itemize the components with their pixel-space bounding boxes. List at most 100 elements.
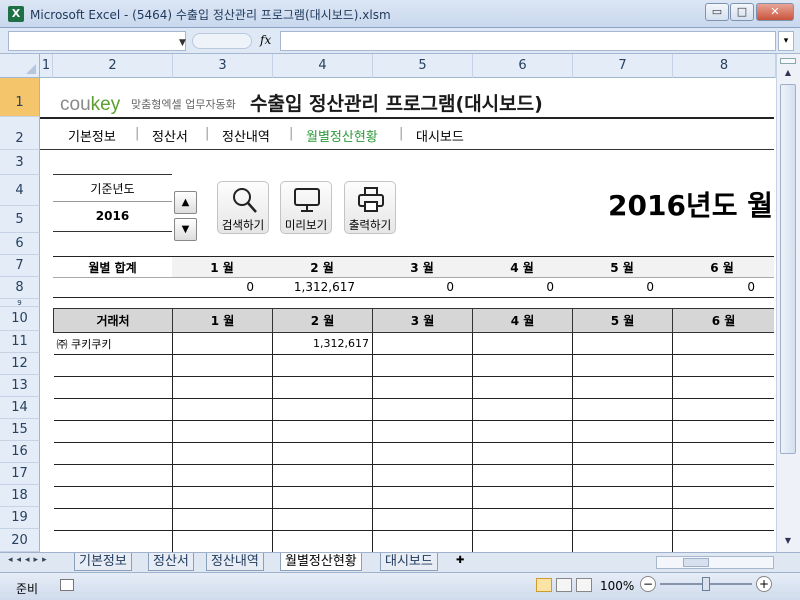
column-header[interactable]: 2 — [53, 54, 173, 78]
month-amount-cell[interactable] — [572, 464, 673, 487]
year-down-button[interactable]: ▼ — [174, 218, 197, 241]
month-amount-cell[interactable] — [372, 420, 473, 443]
vendor-cell[interactable] — [53, 486, 173, 509]
month-amount-cell[interactable] — [372, 376, 473, 399]
sum-month-value[interactable]: 0 — [672, 280, 755, 294]
month-amount-cell[interactable] — [672, 376, 774, 399]
search-button[interactable]: 검색하기 — [217, 181, 269, 234]
scroll-up-icon[interactable]: ▲ — [780, 68, 796, 82]
month-amount-cell[interactable] — [272, 508, 373, 531]
month-amount-cell[interactable] — [172, 486, 273, 509]
preview-button[interactable]: 미리보기 — [280, 181, 332, 234]
month-amount-cell[interactable] — [572, 530, 673, 552]
vendor-cell[interactable] — [53, 508, 173, 531]
nav-settlement[interactable]: 정산서 — [152, 126, 188, 145]
vendor-cell[interactable] — [53, 420, 173, 443]
month-amount-cell[interactable] — [672, 530, 774, 552]
month-amount-cell[interactable] — [672, 508, 774, 531]
month-amount-cell[interactable] — [372, 508, 473, 531]
split-handle[interactable] — [780, 58, 796, 64]
month-amount-cell[interactable] — [272, 530, 373, 552]
print-button[interactable]: 출력하기 — [344, 181, 396, 234]
month-amount-cell[interactable] — [172, 530, 273, 552]
month-amount-cell[interactable] — [272, 442, 373, 465]
scroll-thumb[interactable] — [780, 84, 796, 454]
tab-dashboard[interactable]: 대시보드 — [380, 553, 438, 571]
column-header[interactable]: 4 — [273, 54, 373, 78]
row-header[interactable]: 20 — [0, 529, 40, 552]
vendor-cell[interactable] — [53, 354, 173, 377]
scroll-down-icon[interactable]: ▼ — [780, 536, 796, 550]
zoom-slider-thumb[interactable] — [702, 577, 710, 591]
insert-sheet-icon[interactable]: ✚ — [456, 555, 472, 569]
maximize-button[interactable]: □ — [730, 3, 754, 21]
zoom-level[interactable]: 100% — [600, 579, 634, 593]
month-amount-cell[interactable] — [272, 376, 373, 399]
row-header[interactable]: 16 — [0, 441, 40, 463]
row-header[interactable]: 5 — [0, 206, 40, 233]
month-amount-cell[interactable] — [172, 508, 273, 531]
row-header[interactable]: 9 — [0, 299, 40, 307]
month-amount-cell[interactable] — [172, 442, 273, 465]
month-amount-cell[interactable] — [172, 464, 273, 487]
month-amount-cell[interactable] — [572, 376, 673, 399]
column-header[interactable]: 8 — [673, 54, 776, 78]
month-amount-cell[interactable] — [372, 530, 473, 552]
month-amount-cell[interactable] — [272, 464, 373, 487]
month-amount-cell[interactable] — [472, 354, 573, 377]
column-header[interactable]: 7 — [573, 54, 673, 78]
vendor-cell[interactable] — [53, 398, 173, 421]
column-header[interactable]: 1 — [40, 54, 53, 78]
normal-view-icon[interactable] — [536, 578, 552, 592]
month-amount-cell[interactable] — [672, 420, 774, 443]
month-amount-cell[interactable] — [672, 486, 774, 509]
vendor-cell[interactable] — [53, 464, 173, 487]
month-amount-cell[interactable] — [472, 464, 573, 487]
month-amount-cell[interactable] — [372, 398, 473, 421]
month-amount-cell[interactable]: 1,312,617 — [272, 332, 373, 355]
column-header[interactable]: 6 — [473, 54, 573, 78]
row-header[interactable]: 17 — [0, 463, 40, 485]
column-header[interactable]: 5 — [373, 54, 473, 78]
month-amount-cell[interactable] — [372, 464, 473, 487]
month-amount-cell[interactable] — [672, 398, 774, 421]
row-header[interactable]: 6 — [0, 233, 40, 255]
insert-function-icon[interactable]: fx — [260, 33, 271, 47]
month-amount-cell[interactable] — [572, 420, 673, 443]
month-amount-cell[interactable] — [672, 332, 774, 355]
month-amount-cell[interactable] — [472, 486, 573, 509]
month-amount-cell[interactable] — [172, 354, 273, 377]
month-amount-cell[interactable] — [372, 332, 473, 355]
vendor-cell[interactable] — [53, 376, 173, 399]
formula-cancel-enter-area[interactable] — [192, 33, 252, 49]
year-value-field[interactable]: 2016 — [53, 203, 172, 232]
formula-expand-icon[interactable]: ▾ — [778, 31, 794, 51]
nav-settlement-history[interactable]: 정산내역 — [222, 126, 270, 145]
row-header[interactable]: 10 — [0, 307, 40, 331]
row-header[interactable]: 19 — [0, 507, 40, 529]
month-amount-cell[interactable] — [572, 442, 673, 465]
tab-settlement[interactable]: 정산서 — [148, 553, 194, 571]
month-amount-cell[interactable] — [472, 530, 573, 552]
month-amount-cell[interactable] — [272, 486, 373, 509]
horizontal-scrollbar[interactable] — [656, 556, 774, 569]
nav-dashboard[interactable]: 대시보드 — [416, 126, 464, 145]
month-amount-cell[interactable] — [172, 398, 273, 421]
month-amount-cell[interactable] — [572, 354, 673, 377]
chevron-down-icon[interactable]: ▼ — [179, 38, 186, 48]
row-header[interactable]: 14 — [0, 397, 40, 419]
row-header[interactable]: 15 — [0, 419, 40, 441]
month-amount-cell[interactable] — [572, 508, 673, 531]
column-header[interactable]: 3 — [173, 54, 273, 78]
page-layout-view-icon[interactable] — [556, 578, 572, 592]
month-amount-cell[interactable] — [472, 376, 573, 399]
year-up-button[interactable]: ▲ — [174, 191, 197, 214]
sum-month-value[interactable]: 0 — [572, 280, 654, 294]
month-amount-cell[interactable] — [472, 442, 573, 465]
vertical-scrollbar[interactable]: ▲ ▼ — [776, 54, 800, 552]
sum-month-value[interactable]: 1,312,617 — [272, 280, 355, 294]
horizontal-scroll-thumb[interactable] — [683, 558, 709, 567]
month-amount-cell[interactable] — [472, 508, 573, 531]
month-amount-cell[interactable] — [572, 332, 673, 355]
minimize-button[interactable]: ▭ — [705, 3, 729, 21]
